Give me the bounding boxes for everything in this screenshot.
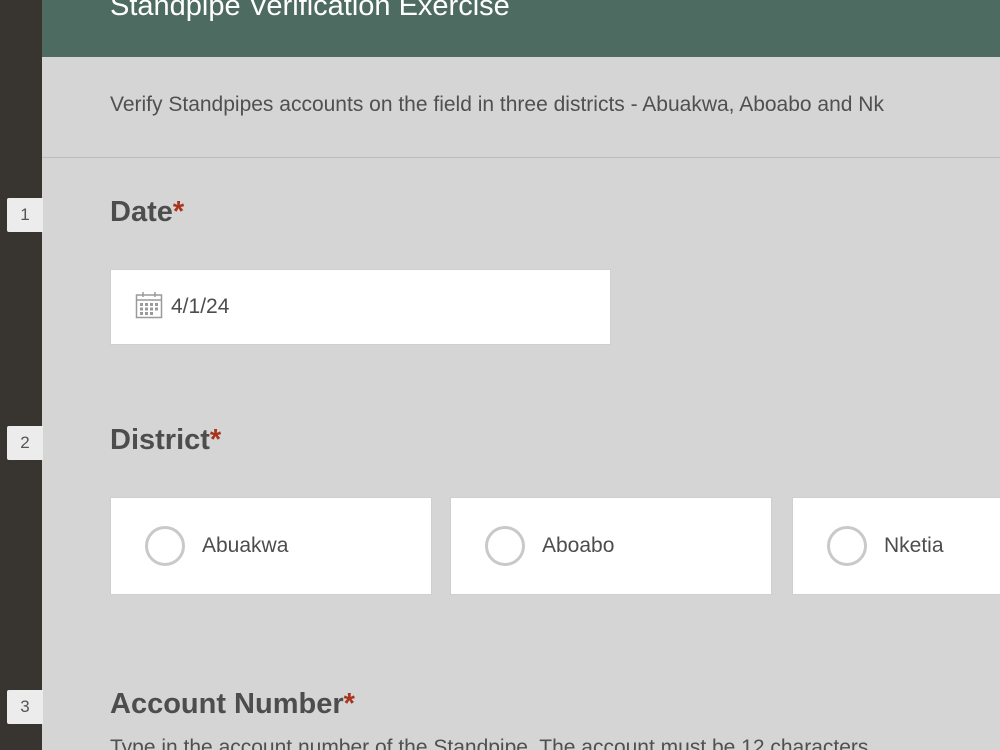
required-asterisk: * xyxy=(209,424,222,456)
form-description: Verify Standpipes accounts on the field … xyxy=(110,93,884,116)
radio-button[interactable] xyxy=(145,526,185,566)
district-option-abuakwa[interactable]: Abuakwa xyxy=(110,497,432,595)
required-asterisk: * xyxy=(343,688,355,720)
radio-button[interactable] xyxy=(485,526,525,566)
district-label-text: District xyxy=(110,424,210,456)
account-number-question-label: Account Number* xyxy=(110,688,355,721)
date-question-label: Date* xyxy=(110,196,184,229)
left-rail: 1 2 3 xyxy=(0,0,43,750)
question-number-3: 3 xyxy=(7,690,43,724)
required-asterisk: * xyxy=(172,196,185,228)
date-label-text: Date xyxy=(110,196,173,228)
date-input[interactable]: 4/1/24 xyxy=(110,269,611,345)
form-title: Standpipe Verification Exercise xyxy=(110,0,510,22)
district-option-aboabo[interactable]: Aboabo xyxy=(450,497,772,595)
form-header: Standpipe Verification Exercise xyxy=(42,0,1000,57)
radio-button[interactable] xyxy=(827,526,867,566)
option-label: Aboabo xyxy=(542,534,615,557)
account-number-hint: Type in the account number of the Standp… xyxy=(110,736,869,750)
question-number-2: 2 xyxy=(7,426,43,460)
divider xyxy=(42,157,1000,158)
question-number-1: 1 xyxy=(7,198,43,232)
date-value: 4/1/24 xyxy=(171,295,230,318)
option-label: Abuakwa xyxy=(202,534,289,557)
district-option-nketia[interactable]: Nketia xyxy=(792,497,1000,595)
district-question-label: District* xyxy=(110,424,221,457)
account-number-label-text: Account Number xyxy=(110,688,344,720)
option-label: Nketia xyxy=(884,534,944,557)
calendar-icon xyxy=(135,291,163,324)
